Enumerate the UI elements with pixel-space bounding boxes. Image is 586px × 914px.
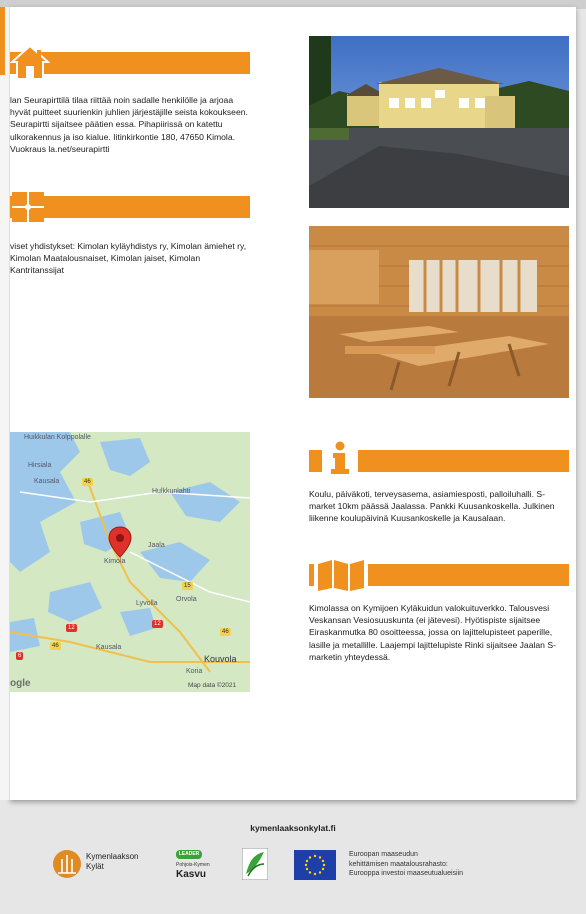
interior-photo [309,226,569,398]
map-label: Jaala [148,542,165,549]
map-label: Huikkulan Kolppolalle [24,434,91,441]
eu-flag-icon [294,850,336,880]
infrastructure-section-text: Kimolassa on Kymijoen Kyläkuidun valokui… [309,603,556,662]
map-label: Kausala [34,478,60,485]
map-label: Hirsiala [28,462,52,469]
eu-text-line: Eurooppa investoi maaseutualueisiin [349,870,464,877]
road-number-badge: 6 [16,652,24,660]
logo-line: Kylät [86,862,104,871]
location-map[interactable]: Huikkulan Kolppolalle Hirsiala Kausala H… [10,432,250,692]
associations-section-band [10,196,250,218]
website-link[interactable]: kymenlaaksonkylat.fi [0,823,586,833]
eu-text-line: Euroopan maaseudun [349,851,418,858]
leader-logo-subtitle: Pohjois-Kymen [176,862,210,868]
road-number-badge: 12 [152,620,163,628]
leader-badge: LEADER [176,850,202,859]
road-number-badge: 46 [50,642,61,650]
map-label: Kausala [96,644,122,651]
map-label: Kouvola [204,654,237,664]
eu-text-line: kehittämisen maatalousrahasto: [349,860,448,868]
road-number-badge: 46 [220,628,231,636]
location-pin-icon[interactable] [108,526,132,558]
map-label: Koria [186,668,203,675]
map-credit: Map data ©2021 [188,682,237,689]
info-icon [322,440,358,476]
map-label: Lyvolla [136,600,158,607]
logo-line: Kymenlaakson [86,852,139,861]
puzzle-icon [10,190,46,224]
map-label: Orvola [176,596,197,603]
road-number-badge: 12 [66,624,77,632]
map-label: Hulkkunlahti [152,488,191,495]
road-number-badge: 15 [182,582,193,590]
services-section-text: Koulu, päiväkoti, terveysasema, asiamies… [309,489,555,524]
map-icon [314,556,368,594]
eu-funding-text: Euroopan maaseudun kehittämisen maatalou… [349,850,463,879]
leader-plant-logo-icon [242,848,268,880]
village-hall-photo [309,36,569,208]
house-section-text: lan Seurapirttilä tilaa riittää noin sad… [10,95,248,154]
road-number-badge: 46 [82,478,93,486]
house-icon [10,44,50,82]
left-accent-strip [0,7,5,75]
kymenlaakson-logo-text: Kymenlaakson Kylät [86,852,138,872]
map-provider-logo: ogle [10,678,31,689]
map-label: Kimola [104,558,126,565]
associations-section-text: viset yhdistykset: Kimolan kyläyhdistys … [10,241,247,276]
leader-logo-name: Kasvu [176,869,207,880]
previous-page-edge [0,7,10,800]
kymenlaakson-kylat-logo-icon [53,850,81,878]
